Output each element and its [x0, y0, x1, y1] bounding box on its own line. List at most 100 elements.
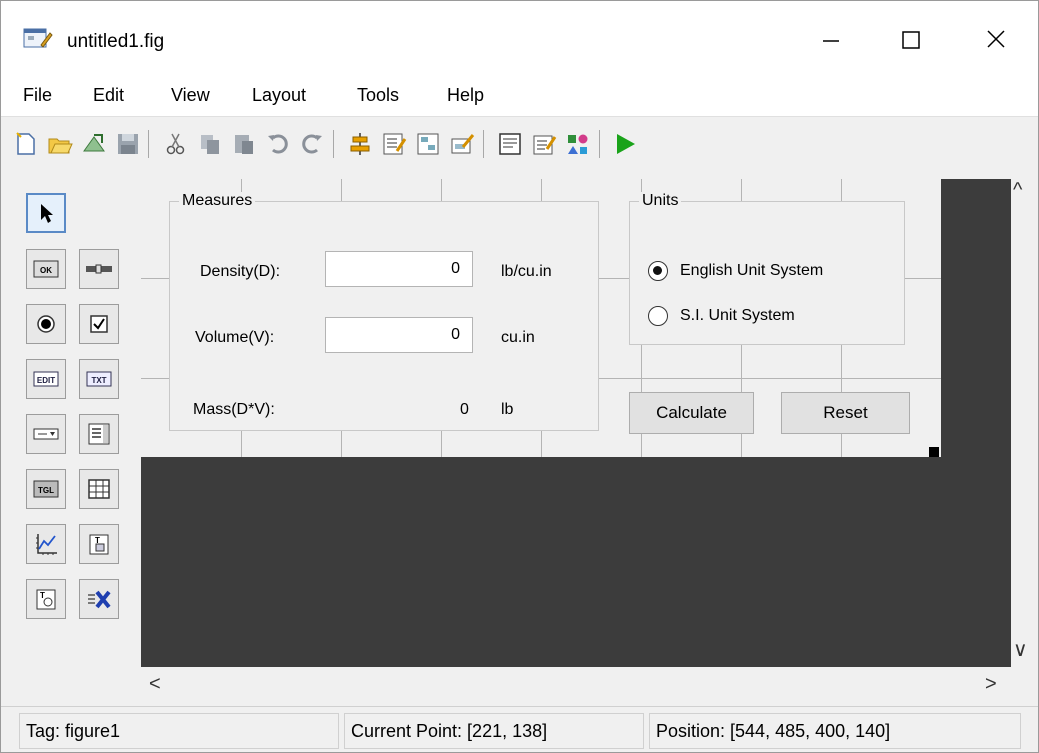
slider-tool[interactable]	[79, 249, 119, 289]
property-inspector-icon[interactable]	[531, 131, 557, 157]
mass-unit: lb	[501, 401, 514, 418]
scroll-right-arrow-icon[interactable]: >	[985, 673, 997, 696]
radio-button-tool[interactable]	[26, 304, 66, 344]
activex-control-tool[interactable]	[79, 579, 119, 619]
scroll-up-arrow-icon[interactable]: ^	[1013, 179, 1022, 202]
push-button-tool[interactable]: OK	[26, 249, 66, 289]
status-bar: Tag: figure1 Current Point: [221, 138] P…	[1, 706, 1038, 752]
component-palette: OK EDIT TXT TGL T T	[21, 181, 131, 621]
toolbar-separator	[599, 130, 600, 158]
svg-text:OK: OK	[40, 266, 52, 275]
maximize-button[interactable]	[881, 15, 941, 63]
menu-bar: File Edit View Layout Tools Help	[1, 71, 1038, 117]
run-icon[interactable]	[612, 131, 638, 157]
toggle-button-tool[interactable]: TGL	[26, 469, 66, 509]
object-browser-icon[interactable]	[565, 131, 591, 157]
si-radio-label[interactable]: S.I. Unit System	[680, 307, 795, 325]
panel-icon: T	[89, 534, 109, 555]
mass-label: Mass(D*V):	[193, 401, 275, 418]
redo-icon[interactable]	[299, 131, 325, 157]
table-icon	[88, 479, 110, 499]
calculate-button[interactable]: Calculate	[629, 392, 754, 434]
density-label: Density(D):	[200, 263, 281, 280]
status-current-point: Current Point: [221, 138]	[344, 713, 644, 749]
push-button-icon: OK	[33, 260, 59, 278]
align-icon[interactable]	[347, 131, 373, 157]
edit-text-icon: EDIT	[33, 371, 59, 387]
window-title: untitled1.fig	[67, 31, 165, 52]
measures-panel[interactable]: Measures Density(D): 0 lb/cu.in Volume(V…	[169, 192, 599, 431]
open-icon[interactable]	[47, 131, 73, 157]
svg-text:EDIT: EDIT	[37, 376, 55, 385]
menu-help[interactable]: Help	[447, 85, 484, 106]
status-tag: Tag: figure1	[19, 713, 339, 749]
check-box-icon	[90, 315, 108, 333]
toolbar-separator	[148, 130, 149, 158]
units-panel-title: Units	[639, 192, 682, 210]
button-group-tool[interactable]: T	[26, 579, 66, 619]
axes-tool[interactable]	[26, 524, 66, 564]
measures-panel-title: Measures	[179, 192, 256, 210]
figure-area[interactable]: Measures Density(D): 0 lb/cu.in Volume(V…	[141, 179, 941, 457]
save-icon[interactable]	[115, 131, 141, 157]
fig-file-icon	[23, 28, 53, 48]
menu-file[interactable]: File	[23, 85, 52, 106]
si-radio-button[interactable]	[648, 306, 668, 326]
english-radio-label[interactable]: English Unit System	[680, 262, 823, 280]
export-icon[interactable]	[81, 131, 107, 157]
pop-up-menu-icon	[33, 428, 59, 440]
paste-icon[interactable]	[231, 131, 257, 157]
select-tool-button[interactable]	[26, 193, 66, 233]
layout-canvas[interactable]: Measures Density(D): 0 lb/cu.in Volume(V…	[141, 179, 1011, 667]
panel-tool[interactable]: T	[79, 524, 119, 564]
button-group-icon: T	[36, 589, 56, 610]
minimize-button[interactable]	[801, 15, 861, 63]
reset-button[interactable]: Reset	[781, 392, 910, 434]
tab-order-icon[interactable]	[415, 131, 441, 157]
title-bar: untitled1.fig	[1, 1, 1038, 71]
svg-text:TGL: TGL	[38, 486, 54, 495]
radio-button-icon	[37, 315, 55, 333]
units-panel[interactable]: Units English Unit System S.I. Unit Syst…	[629, 192, 905, 345]
edit-text-tool[interactable]: EDIT	[26, 359, 66, 399]
maximize-icon	[902, 31, 920, 49]
toolbar	[1, 118, 1038, 168]
scroll-down-arrow-icon[interactable]: ∨	[1013, 637, 1028, 662]
menu-view[interactable]: View	[171, 85, 210, 106]
pop-up-menu-tool[interactable]	[26, 414, 66, 454]
figure-resize-handle[interactable]	[929, 447, 939, 457]
list-box-icon	[88, 423, 110, 445]
close-button[interactable]	[966, 15, 1026, 63]
density-input[interactable]: 0	[325, 251, 473, 287]
menu-tools[interactable]: Tools	[357, 85, 399, 106]
mass-value: 0	[460, 401, 469, 418]
minimize-icon	[823, 40, 839, 42]
axes-icon	[36, 534, 57, 555]
toolbar-separator	[483, 130, 484, 158]
undo-icon[interactable]	[265, 131, 291, 157]
copy-icon[interactable]	[197, 131, 223, 157]
scroll-left-arrow-icon[interactable]: <	[149, 673, 161, 696]
new-icon[interactable]	[13, 131, 39, 157]
volume-input[interactable]: 0	[325, 317, 473, 353]
svg-text:TXT: TXT	[91, 376, 106, 385]
guide-window: untitled1.fig File Edit View Layout Tool…	[0, 0, 1039, 753]
menu-edit[interactable]: Edit	[93, 85, 124, 106]
activex-icon	[88, 590, 111, 609]
list-box-tool[interactable]	[79, 414, 119, 454]
editor-icon[interactable]	[497, 131, 523, 157]
density-unit: lb/cu.in	[501, 263, 552, 280]
toolbar-editor-icon[interactable]	[449, 131, 475, 157]
static-text-tool[interactable]: TXT	[79, 359, 119, 399]
svg-text:T: T	[40, 591, 45, 600]
status-position: Position: [544, 485, 400, 140]	[649, 713, 1021, 749]
table-tool[interactable]	[79, 469, 119, 509]
english-radio-button[interactable]	[648, 261, 668, 281]
check-box-tool[interactable]	[79, 304, 119, 344]
toolbar-separator	[333, 130, 334, 158]
menu-layout[interactable]: Layout	[252, 85, 306, 106]
cut-icon[interactable]	[163, 131, 189, 157]
static-text-icon: TXT	[86, 371, 112, 387]
slider-icon	[86, 264, 112, 274]
menu-editor-icon[interactable]	[381, 131, 407, 157]
